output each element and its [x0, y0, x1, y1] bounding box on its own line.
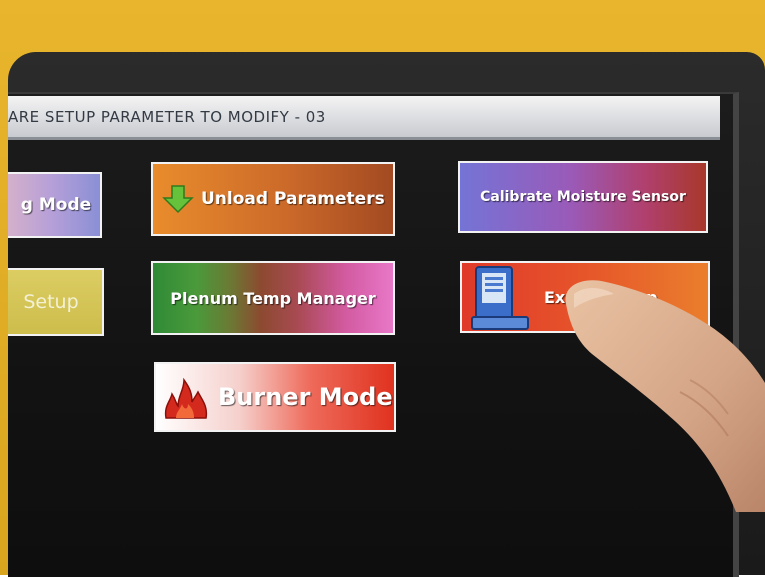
drying-mode-button[interactable]: g Mode [8, 172, 102, 238]
page-title: ARE SETUP PARAMETER TO MODIFY - 03 [8, 108, 326, 126]
calibrate-moisture-sensor-button[interactable]: Calibrate Moisture Sensor [458, 161, 708, 233]
plenum-temp-manager-button[interactable]: Plenum Temp Manager [151, 261, 395, 335]
flame-icon [164, 377, 208, 419]
plenum-temp-manager-label: Plenum Temp Manager [170, 288, 376, 308]
setup-button[interactable]: Setup [8, 268, 104, 336]
drying-mode-label: g Mode [20, 195, 92, 215]
title-bar: ARE SETUP PARAMETER TO MODIFY - 03 [8, 96, 720, 140]
unload-parameters-button[interactable]: Unload Parameters [151, 162, 395, 236]
green-down-arrow-icon [162, 185, 194, 214]
burner-mode-label: Burner Mode [218, 383, 393, 411]
setup-label: Setup [23, 291, 79, 313]
calibrate-moisture-sensor-label: Calibrate Moisture Sensor [480, 189, 686, 205]
extended-setup-button[interactable]: Ex d Setup [460, 261, 710, 333]
computer-icon [471, 266, 529, 330]
unload-parameters-label: Unload Parameters [201, 189, 385, 209]
touch-screen: ARE SETUP PARAMETER TO MODIFY - 03 g Mod… [8, 92, 739, 577]
extended-setup-label: Ex d Setup [544, 287, 658, 307]
burner-mode-button[interactable]: Burner Mode [154, 362, 396, 432]
